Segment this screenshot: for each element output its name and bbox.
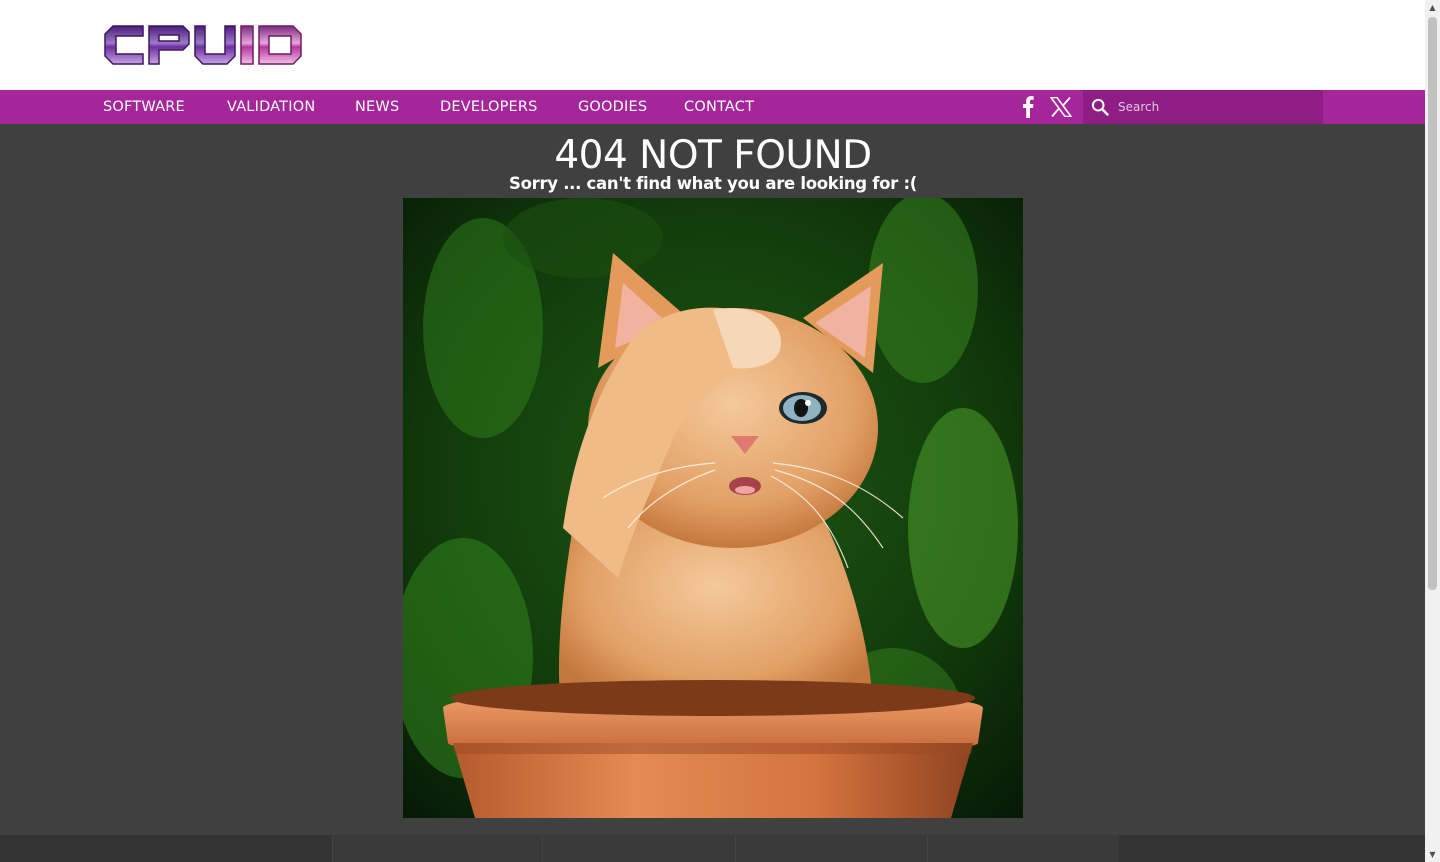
facebook-link[interactable] — [1016, 90, 1040, 124]
scroll-down-arrow[interactable]: ▼ — [1425, 847, 1440, 862]
page-title: 404 NOT FOUND — [554, 133, 872, 178]
site-header — [0, 0, 1425, 90]
cpuid-logo[interactable] — [103, 22, 303, 68]
facebook-icon — [1023, 96, 1034, 118]
facepalm-kitten-image — [403, 198, 1023, 818]
nav-item-news[interactable]: NEWS — [355, 90, 399, 124]
nav-item-contact[interactable]: CONTACT — [684, 90, 754, 124]
footer-column — [735, 835, 927, 862]
search-input[interactable] — [1113, 90, 1318, 124]
nav-item-validation[interactable]: VALIDATION — [227, 90, 315, 124]
search-box — [1083, 90, 1323, 124]
page: SOFTWARE VALIDATION NEWS DEVELOPERS GOOD… — [0, 0, 1440, 862]
x-twitter-icon — [1050, 97, 1072, 117]
search-icon[interactable] — [1091, 98, 1109, 116]
nav-item-developers[interactable]: DEVELOPERS — [440, 90, 538, 124]
scroll-up-arrow[interactable]: ▲ — [1425, 0, 1440, 15]
site-footer — [0, 835, 1425, 862]
nav-item-software[interactable]: SOFTWARE — [103, 90, 185, 124]
kitten-illustration — [403, 198, 1023, 818]
scrollbar-thumb[interactable] — [1428, 17, 1437, 590]
x-twitter-link[interactable] — [1048, 90, 1074, 124]
footer-column — [927, 835, 1119, 862]
nav-item-goodies[interactable]: GOODIES — [578, 90, 647, 124]
vertical-scrollbar[interactable]: ▲ ▼ — [1425, 0, 1440, 862]
footer-column — [542, 835, 735, 862]
cpuid-logo-graphic — [104, 25, 302, 65]
page-subtitle: Sorry ... can't find what you are lookin… — [509, 174, 917, 193]
footer-column — [332, 835, 542, 862]
